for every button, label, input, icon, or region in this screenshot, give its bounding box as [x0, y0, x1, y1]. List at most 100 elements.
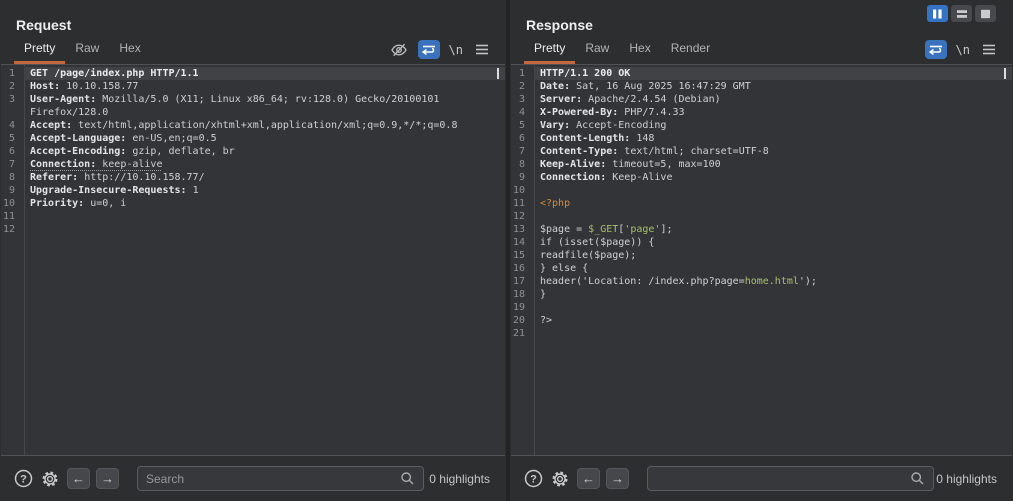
- code-text: Priority: u=0, i: [24, 197, 505, 210]
- code-line[interactable]: 5Accept-Language: en-US,en;q=0.5: [1, 132, 505, 145]
- code-text: Vary: Accept-Encoding: [534, 119, 1012, 132]
- show-newlines-icon[interactable]: \n: [449, 43, 463, 57]
- code-line[interactable]: 1HTTP/1.1 200 OK: [511, 67, 1012, 80]
- single-layout-button[interactable]: [975, 5, 996, 22]
- code-text: Accept-Encoding: gzip, deflate, br: [24, 145, 505, 158]
- line-number: 1: [1, 67, 24, 80]
- line-number: 19: [511, 301, 534, 314]
- help-icon[interactable]: ?: [14, 469, 33, 488]
- code-line[interactable]: 5Vary: Accept-Encoding: [511, 119, 1012, 132]
- hide-nonprintable-icon[interactable]: [389, 41, 409, 59]
- tab-render[interactable]: Render: [661, 36, 720, 64]
- line-number: 21: [511, 327, 534, 340]
- response-search-input[interactable]: [656, 472, 910, 486]
- tab-pretty[interactable]: Pretty: [14, 36, 65, 64]
- code-text: <?php: [534, 197, 1012, 210]
- code-text: readfile($page);: [534, 249, 1012, 262]
- request-menu-icon[interactable]: [472, 41, 492, 59]
- code-line[interactable]: 8Keep-Alive: timeout=5, max=100: [511, 158, 1012, 171]
- search-forward-button[interactable]: →: [606, 468, 629, 489]
- tab-hex[interactable]: Hex: [109, 36, 150, 64]
- code-line[interactable]: 12: [1, 223, 505, 236]
- line-number: 9: [1, 184, 24, 197]
- code-line[interactable]: 16} else {: [511, 262, 1012, 275]
- code-text: $page = $_GET['page'];: [534, 223, 1012, 236]
- response-search-box: [647, 466, 934, 491]
- response-tabs: PrettyRawHexRender: [524, 34, 720, 64]
- soft-wrap-icon[interactable]: [925, 40, 947, 59]
- code-text: [534, 184, 1012, 197]
- show-newlines-icon[interactable]: \n: [956, 43, 970, 57]
- help-icon[interactable]: ?: [524, 469, 543, 488]
- code-line[interactable]: 14if (isset($page)) {: [511, 236, 1012, 249]
- tab-hex[interactable]: Hex: [619, 36, 660, 64]
- code-line[interactable]: 12: [511, 210, 1012, 223]
- code-line[interactable]: 4Accept: text/html,application/xhtml+xml…: [1, 119, 505, 132]
- code-line[interactable]: 11<?php: [511, 197, 1012, 210]
- line-number: 4: [1, 119, 24, 132]
- line-number: 5: [511, 119, 534, 132]
- response-menu-icon[interactable]: [979, 41, 999, 59]
- code-text: [534, 327, 1012, 340]
- code-line[interactable]: 1GET /page/index.php HTTP/1.1: [1, 67, 505, 80]
- code-line[interactable]: 21: [511, 327, 1012, 340]
- response-search-bar: ? ← → 0 high: [510, 456, 1013, 501]
- line-number: 20: [511, 314, 534, 327]
- code-line[interactable]: 3Server: Apache/2.4.54 (Debian): [511, 93, 1012, 106]
- request-editor[interactable]: 1GET /page/index.php HTTP/1.12Host: 10.1…: [1, 64, 505, 456]
- settings-gear-icon[interactable]: [40, 469, 60, 489]
- code-line[interactable]: 2Host: 10.10.158.77: [1, 80, 505, 93]
- tab-raw[interactable]: Raw: [575, 36, 619, 64]
- request-tabs-row: PrettyRawHex \n: [0, 34, 506, 64]
- code-line[interactable]: 9Upgrade-Insecure-Requests: 1: [1, 184, 505, 197]
- code-line[interactable]: 18}: [511, 288, 1012, 301]
- line-number: 16: [511, 262, 534, 275]
- code-line[interactable]: 10: [511, 184, 1012, 197]
- code-text: Referer: http://10.10.158.77/: [24, 171, 505, 184]
- rows-layout-button[interactable]: [951, 5, 972, 22]
- code-line[interactable]: 15readfile($page);: [511, 249, 1012, 262]
- code-line[interactable]: 7Connection: keep-alive: [1, 158, 505, 171]
- code-line[interactable]: 3User-Agent: Mozilla/5.0 (X11; Linux x86…: [1, 93, 505, 119]
- line-number: 1: [511, 67, 534, 80]
- search-magnifier-icon: [400, 471, 415, 486]
- response-highlights-count: 0 highlights: [936, 472, 999, 486]
- line-number: 2: [1, 80, 24, 93]
- code-line[interactable]: 6Content-Length: 148: [511, 132, 1012, 145]
- code-text: if (isset($page)) {: [534, 236, 1012, 249]
- code-line[interactable]: 7Content-Type: text/html; charset=UTF-8: [511, 145, 1012, 158]
- code-text: Host: 10.10.158.77: [24, 80, 505, 93]
- line-number: 13: [511, 223, 534, 236]
- response-editor[interactable]: 1HTTP/1.1 200 OK2Date: Sat, 16 Aug 2025 …: [511, 64, 1012, 456]
- code-line[interactable]: 13$page = $_GET['page'];: [511, 223, 1012, 236]
- code-line[interactable]: 9Connection: Keep-Alive: [511, 171, 1012, 184]
- search-back-button[interactable]: ←: [67, 468, 90, 489]
- code-text: Server: Apache/2.4.54 (Debian): [534, 93, 1012, 106]
- code-line[interactable]: 19: [511, 301, 1012, 314]
- code-line[interactable]: 2Date: Sat, 16 Aug 2025 16:47:29 GMT: [511, 80, 1012, 93]
- search-back-button[interactable]: ←: [577, 468, 600, 489]
- soft-wrap-icon[interactable]: [418, 40, 440, 59]
- code-line[interactable]: 11: [1, 210, 505, 223]
- line-number: 2: [511, 80, 534, 93]
- code-text: }: [534, 288, 1012, 301]
- code-line[interactable]: 10Priority: u=0, i: [1, 197, 505, 210]
- search-magnifier-icon: [910, 471, 925, 486]
- columns-layout-button[interactable]: [927, 5, 948, 22]
- code-text: [534, 210, 1012, 223]
- request-search-input[interactable]: [146, 472, 400, 486]
- code-text: [24, 210, 505, 223]
- code-line[interactable]: 4X-Powered-By: PHP/7.4.33: [511, 106, 1012, 119]
- settings-gear-icon[interactable]: [550, 469, 570, 489]
- code-line[interactable]: 17header('Location: /index.php?page=home…: [511, 275, 1012, 288]
- tab-pretty[interactable]: Pretty: [524, 36, 575, 64]
- code-line[interactable]: 6Accept-Encoding: gzip, deflate, br: [1, 145, 505, 158]
- search-forward-button[interactable]: →: [96, 468, 119, 489]
- code-text: Upgrade-Insecure-Requests: 1: [24, 184, 505, 197]
- line-number: 10: [1, 197, 24, 210]
- code-line[interactable]: 8Referer: http://10.10.158.77/: [1, 171, 505, 184]
- code-text: } else {: [534, 262, 1012, 275]
- tab-raw[interactable]: Raw: [65, 36, 109, 64]
- code-line[interactable]: 20?>: [511, 314, 1012, 327]
- line-number: 9: [511, 171, 534, 184]
